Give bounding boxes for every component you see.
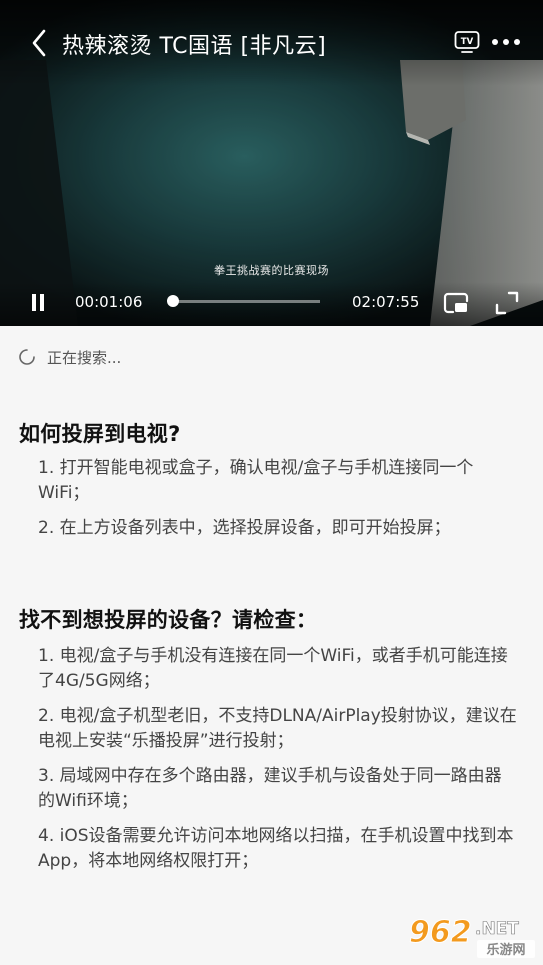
video-player[interactable]: 热辣滚烫 TC国语 [非凡云] TV 拳王挑战赛的比赛现场 00:01:06 0…: [0, 0, 543, 326]
fullscreen-button[interactable]: [495, 291, 519, 315]
fullscreen-icon: [495, 291, 519, 315]
troubleshoot-heading: 找不到想投屏的设备？请检查：: [19, 608, 318, 632]
list-item: 1. 电视/盒子与手机没有连接在同一个WiFi，或者手机可能连接了4G/5G网络…: [38, 646, 508, 691]
list-item: 2. 在上方设备列表中，选择投屏设备，即可开始投屏；: [38, 518, 451, 538]
back-arrow-icon: [32, 29, 46, 57]
picture-in-picture-button[interactable]: [443, 291, 469, 315]
watermark-suffix: .NET: [475, 919, 519, 939]
seek-bar-knob[interactable]: [167, 295, 180, 307]
list-item: 2. 电视/盒子机型老旧，不支持DLNA/AirPlay投射协议，建议在电视上安…: [38, 706, 517, 751]
search-status-text: 正在搜索...: [47, 348, 122, 367]
player-top-bar: 热辣滚烫 TC国语 [非凡云] TV: [0, 0, 543, 86]
troubleshoot-steps: 1. 电视/盒子与手机没有连接在同一个WiFi，或者手机可能连接了4G/5G网络…: [38, 644, 518, 884]
pause-button[interactable]: [28, 292, 48, 314]
device-search-status: 正在搜索...: [18, 346, 121, 368]
watermark-brand: 962: [409, 915, 472, 950]
seek-bar[interactable]: [167, 295, 320, 307]
list-item: 3. 局域网中存在多个路由器，建议手机与设备处于同一路由器的Wifi环境；: [38, 766, 502, 811]
watermark-site-name: 乐游网: [486, 942, 525, 958]
list-item: 1. 打开智能电视或盒子，确认电视/盒子与手机连接同一个WiFi；: [38, 458, 474, 503]
total-time: 02:07:55: [352, 293, 420, 311]
tv-icon-label: TV: [461, 37, 474, 47]
video-title: 热辣滚烫 TC国语 [非凡云]: [62, 34, 327, 59]
how-to-cast-steps: 1. 打开智能电视或盒子，确认电视/盒子与手机连接同一个WiFi； 2. 在上方…: [38, 456, 518, 551]
player-controls: 00:01:06 02:07:55: [0, 282, 543, 326]
back-button[interactable]: [24, 26, 54, 60]
current-time: 00:01:06: [75, 293, 143, 311]
more-icon: [492, 39, 498, 45]
tv-cast-icon: TV: [454, 31, 480, 53]
video-subtitle: 拳王挑战赛的比赛现场: [214, 264, 329, 277]
site-watermark-logo: 962 .NET 乐游网: [409, 915, 535, 958]
how-to-cast-heading: 如何投屏到电视?: [19, 422, 181, 446]
loading-spinner-icon: [19, 349, 35, 365]
list-item: 4. iOS设备需要允许访问本地网络以扫描，在手机设置中找到本App，将本地网络…: [38, 826, 514, 871]
picture-in-picture-icon: [443, 292, 469, 314]
tv-cast-button[interactable]: TV: [454, 30, 480, 54]
more-button[interactable]: [492, 32, 520, 52]
